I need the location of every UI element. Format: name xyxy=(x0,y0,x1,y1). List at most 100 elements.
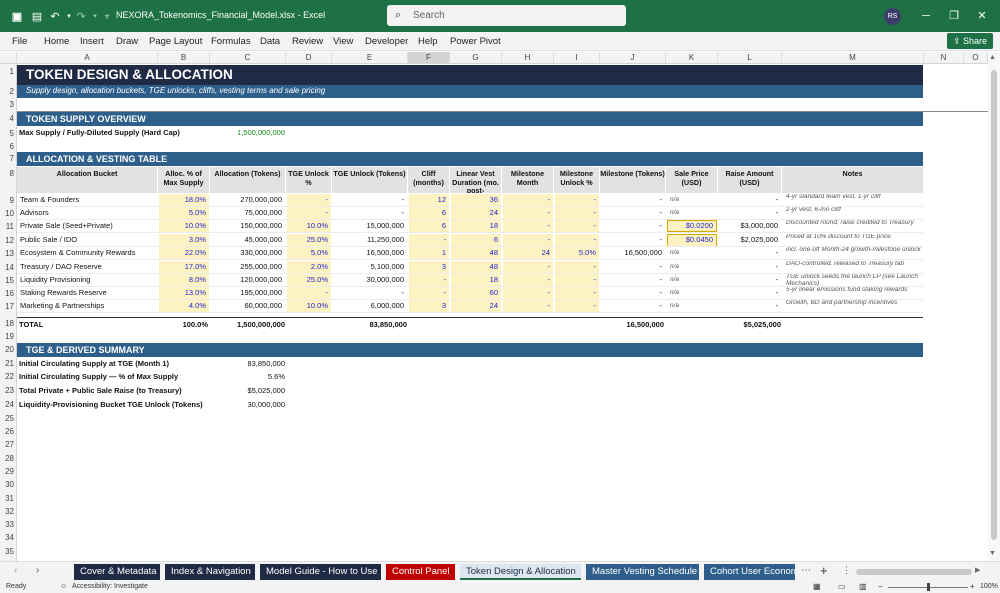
alloc-cell-tge-pct[interactable]: 2.0% xyxy=(287,261,331,273)
alloc-cell-tge-pct[interactable]: - xyxy=(287,194,331,206)
row-header[interactable]: 7 xyxy=(0,154,17,163)
tge-summary-value[interactable]: 83,850,000 xyxy=(210,358,285,370)
row-header[interactable]: 29 xyxy=(0,467,17,476)
more-tabs-icon[interactable]: ⋯ xyxy=(801,565,811,576)
alloc-cell-raise[interactable]: - xyxy=(719,300,781,312)
alloc-cell-raise[interactable]: - xyxy=(719,194,781,206)
row-header[interactable]: 18 xyxy=(0,319,17,328)
alloc-cell-mtok[interactable]: - xyxy=(601,287,665,299)
row-header[interactable]: 15 xyxy=(0,276,17,285)
tab-cover-metadata[interactable]: Cover & Metadata xyxy=(74,564,160,580)
menu-review[interactable]: Review xyxy=(292,36,323,47)
tab-token-design-allocation[interactable]: Token Design & Allocation xyxy=(460,564,581,580)
alloc-cell-tokens[interactable]: 255,000,000 xyxy=(211,261,285,273)
alloc-cell-mu[interactable]: - xyxy=(555,220,599,232)
zoom-in-icon[interactable]: + xyxy=(970,582,975,591)
alloc-cell-price[interactable]: n/a xyxy=(667,207,717,219)
menu-page-layout[interactable]: Page Layout xyxy=(149,36,202,47)
scroll-up-icon[interactable]: ▲ xyxy=(989,54,996,61)
row-header[interactable]: 11 xyxy=(0,222,17,231)
column-header-e[interactable]: E xyxy=(332,52,408,64)
normal-view-icon[interactable]: ▦ xyxy=(813,582,821,591)
alloc-cell-pct[interactable]: 17.0% xyxy=(159,261,209,273)
alloc-cell-tge-tok[interactable]: 5,100,000 xyxy=(333,261,407,273)
row-header[interactable]: 9 xyxy=(0,196,17,205)
column-header-c[interactable]: C xyxy=(210,52,286,64)
menu-file[interactable]: File xyxy=(12,36,27,47)
menu-home[interactable]: Home xyxy=(44,36,69,47)
menu-draw[interactable]: Draw xyxy=(116,36,138,47)
total-tge-tokens[interactable]: 83,850,000 xyxy=(332,319,407,331)
row-header[interactable]: 22 xyxy=(0,372,17,381)
alloc-cell-cliff[interactable]: 3 xyxy=(409,261,449,273)
menu-insert[interactable]: Insert xyxy=(80,36,104,47)
row-header[interactable]: 24 xyxy=(0,400,17,409)
alloc-cell-mu[interactable]: - xyxy=(555,287,599,299)
tge-summary-value[interactable]: 30,000,000 xyxy=(210,399,285,411)
row-header[interactable]: 34 xyxy=(0,533,17,542)
alloc-cell-raise[interactable]: - xyxy=(719,207,781,219)
alloc-cell-mtok[interactable]: - xyxy=(601,194,665,206)
alloc-cell-mm[interactable]: - xyxy=(503,261,553,273)
column-header-a[interactable]: A xyxy=(17,52,158,64)
alloc-cell-price[interactable]: n/a xyxy=(667,287,717,299)
total-pct[interactable]: 100.0% xyxy=(158,319,208,331)
alloc-cell-mm[interactable]: - xyxy=(503,207,553,219)
search-input[interactable]: ⌕ Search xyxy=(387,5,626,26)
alloc-cell-tge-tok[interactable]: 6,000,000 xyxy=(333,300,407,312)
alloc-cell-tokens[interactable]: 75,000,000 xyxy=(211,207,285,219)
tab-cohort-user-economics[interactable]: Cohort User Economi xyxy=(704,564,795,580)
row-header[interactable]: 16 xyxy=(0,289,17,298)
alloc-cell-cliff[interactable]: - xyxy=(409,287,449,299)
alloc-cell-mu[interactable]: - xyxy=(555,261,599,273)
tab-split-icon[interactable]: ⋮ xyxy=(842,565,851,576)
row-header[interactable]: 35 xyxy=(0,547,17,556)
alloc-cell-tge-pct[interactable]: - xyxy=(287,207,331,219)
tab-index-navigation[interactable]: Index & Navigation xyxy=(165,564,255,580)
alloc-cell-tge-tok[interactable]: - xyxy=(333,194,407,206)
sheet-grid[interactable]: TOKEN DESIGN & ALLOCATION Supply design,… xyxy=(17,64,1000,561)
redo-icon[interactable]: ↷ xyxy=(74,9,88,23)
alloc-cell-vest[interactable]: 18 xyxy=(451,220,501,232)
restore-icon[interactable]: ❐ xyxy=(946,8,962,24)
save-icon[interactable]: ▤ xyxy=(30,9,44,23)
zoom-out-icon[interactable]: − xyxy=(878,582,883,591)
alloc-cell-pct[interactable]: 13.0% xyxy=(159,287,209,299)
alloc-cell-mtok[interactable]: - xyxy=(601,261,665,273)
column-header-b[interactable]: B xyxy=(158,52,210,64)
select-all-corner[interactable] xyxy=(0,52,17,64)
row-header[interactable]: 19 xyxy=(0,332,17,341)
tab-prev-icon[interactable]: ‹ xyxy=(14,565,17,576)
row-header[interactable]: 28 xyxy=(0,454,17,463)
row-header[interactable]: 8 xyxy=(0,169,17,178)
alloc-cell-tge-tok[interactable]: 15,000,000 xyxy=(333,220,407,232)
alloc-cell-raise[interactable]: $3,000,000 xyxy=(719,220,781,232)
alloc-cell-tokens[interactable]: 150,000,000 xyxy=(211,220,285,232)
alloc-cell-mu[interactable]: - xyxy=(555,300,599,312)
alloc-cell-cliff[interactable]: 3 xyxy=(409,300,449,312)
column-header-k[interactable]: K xyxy=(666,52,718,64)
page-layout-view-icon[interactable]: ▭ xyxy=(838,582,846,591)
alloc-cell-tge-tok[interactable]: - xyxy=(333,287,407,299)
alloc-cell-tokens[interactable]: 270,000,000 xyxy=(211,194,285,206)
column-header-h[interactable]: H xyxy=(502,52,554,64)
column-header-i[interactable]: I xyxy=(554,52,600,64)
total-raise[interactable]: $5,025,000 xyxy=(718,319,781,331)
alloc-cell-tge-pct[interactable]: - xyxy=(287,287,331,299)
alloc-cell-vest[interactable]: 36 xyxy=(451,194,501,206)
customize-toolbar-icon[interactable]: ▿ xyxy=(100,9,114,23)
row-header[interactable]: 2 xyxy=(0,87,17,96)
alloc-cell-vest[interactable]: 24 xyxy=(451,300,501,312)
menu-view[interactable]: View xyxy=(333,36,353,47)
column-header-d[interactable]: D xyxy=(286,52,332,64)
row-header[interactable]: 27 xyxy=(0,440,17,449)
scroll-right-icon[interactable]: ▶ xyxy=(975,566,980,574)
minimize-icon[interactable]: ─ xyxy=(918,8,934,24)
column-header-n[interactable]: N xyxy=(924,52,964,64)
alloc-cell-mu[interactable]: - xyxy=(555,207,599,219)
menu-data[interactable]: Data xyxy=(260,36,280,47)
alloc-cell-vest[interactable]: 60 xyxy=(451,287,501,299)
alloc-cell-mm[interactable]: - xyxy=(503,300,553,312)
zoom-slider-thumb[interactable] xyxy=(927,583,930,591)
menu-power-pivot[interactable]: Power Pivot xyxy=(450,36,501,47)
